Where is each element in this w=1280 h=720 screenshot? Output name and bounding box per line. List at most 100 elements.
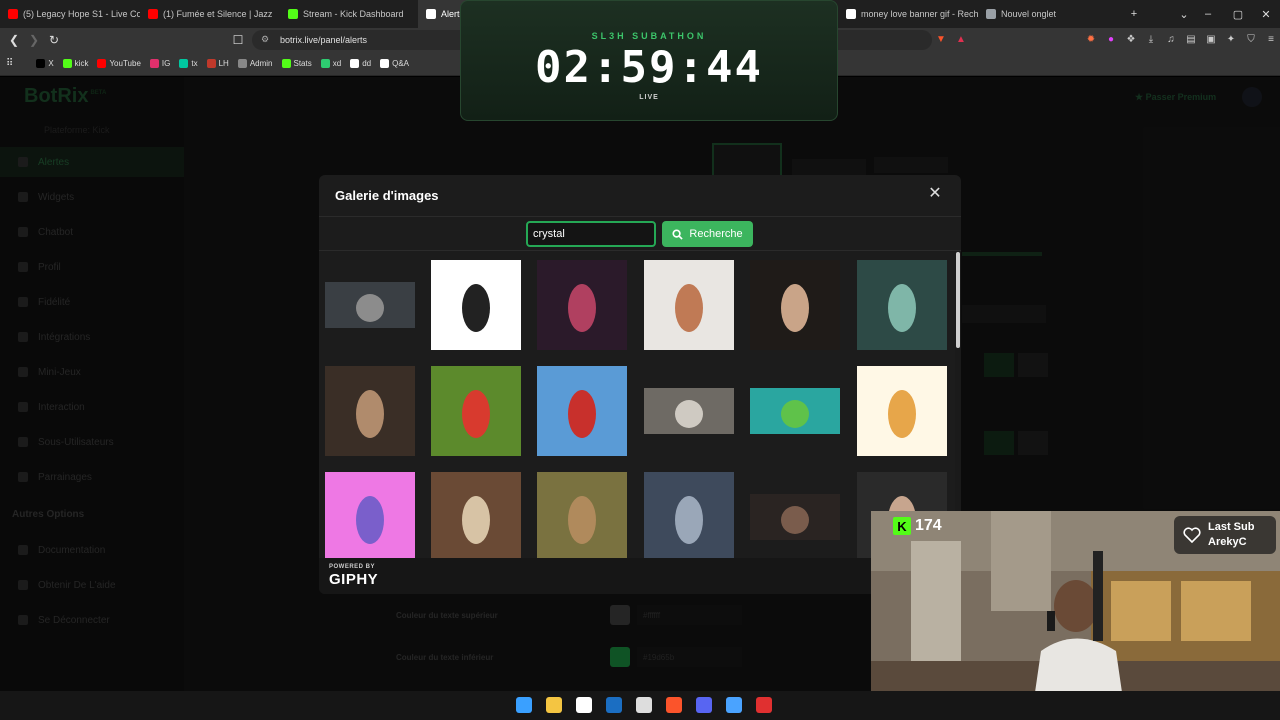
gif-stick-figures: [431, 260, 521, 350]
red-app-icon[interactable]: [756, 697, 772, 713]
bookmark-favicon-icon: [320, 59, 330, 68]
brave-icon[interactable]: [666, 697, 682, 713]
playlist-icon[interactable]: ♫: [1164, 32, 1178, 46]
bookmark-favicon-icon: [380, 59, 390, 68]
google-icon: [846, 9, 856, 19]
gif-thumbnail[interactable]: [750, 366, 840, 456]
screen: (5) Legacy Hope S1 - Live Com (1) Fumée e…: [0, 0, 1280, 720]
bookmark-item[interactable]: Q&A: [380, 59, 409, 68]
bookmark-favicon-icon: [350, 59, 360, 68]
bookmark-favicon-icon: [206, 59, 216, 68]
bookmark-item[interactable]: Stats: [281, 59, 312, 68]
gif-man-yelling: [325, 366, 415, 456]
gif-grid: [319, 252, 955, 562]
search-button[interactable]: Recherche: [662, 221, 753, 247]
bookmark-label: dd: [362, 59, 372, 68]
scrollbar-thumb[interactable]: [956, 252, 960, 348]
bookmark-item[interactable]: LH: [206, 59, 229, 68]
browser-tab[interactable]: money love banner gif - Rech: [838, 0, 978, 28]
gif-thumbnail[interactable]: [325, 366, 415, 456]
menu-icon[interactable]: ≡: [1264, 32, 1278, 46]
discord-icon[interactable]: [696, 697, 712, 713]
browser-tab[interactable]: Stream - Kick Dashboard: [280, 0, 418, 28]
gif-thumbnail[interactable]: [431, 366, 521, 456]
bookmark-item[interactable]: tx: [179, 59, 198, 68]
botrix-icon: [426, 9, 436, 19]
bookmark-label: Q&A: [392, 59, 409, 68]
wallet-icon[interactable]: ▣: [1204, 32, 1218, 46]
extension-icon[interactable]: ●: [1104, 32, 1118, 46]
youtube-icon: [148, 9, 158, 19]
gif-store-fight: [644, 388, 734, 434]
gif-thumbnail[interactable]: [644, 260, 734, 350]
tab-label: (1) Fumée et Silence | Jazz: [163, 9, 273, 19]
search-button-label: Recherche: [689, 228, 743, 240]
bookmark-item[interactable]: X: [36, 59, 54, 68]
site-info-icon[interactable]: ⚙: [261, 34, 269, 45]
gif-thumbnail[interactable]: [537, 472, 627, 562]
sidebar-icon[interactable]: ▤: [1184, 32, 1198, 46]
obs-icon[interactable]: [636, 697, 652, 713]
kick-icon: [288, 9, 298, 19]
reload-icon[interactable]: ↻: [44, 28, 64, 52]
brave-shield-icon[interactable]: ▼: [934, 32, 948, 46]
gif-thumbnail[interactable]: [857, 260, 947, 350]
tab-label: money love banner gif - Rech: [861, 9, 978, 19]
gif-old-men: [431, 472, 521, 562]
gif-wrestling-ring: [537, 260, 627, 350]
minimize-icon[interactable]: –: [1194, 0, 1222, 28]
bookmark-icon[interactable]: ☐: [228, 28, 248, 52]
gif-thumbnail[interactable]: [644, 472, 734, 562]
sub-counter: K 174: [893, 517, 942, 535]
forward-icon[interactable]: ❯: [24, 28, 44, 52]
gif-thumbnail[interactable]: [325, 472, 415, 562]
extension-icon[interactable]: ❖: [1124, 32, 1138, 46]
bookmark-item[interactable]: IG: [149, 59, 170, 68]
gif-thumbnail[interactable]: [325, 260, 415, 350]
gif-thumbnail[interactable]: [431, 260, 521, 350]
bookmark-label: YouTube: [109, 59, 141, 68]
extension-icon[interactable]: ✹: [1084, 32, 1098, 46]
subathon-countdown: 02:59:44: [535, 42, 763, 93]
steam-icon[interactable]: [606, 697, 622, 713]
bookmark-item[interactable]: Admin: [237, 59, 273, 68]
browser-tab[interactable]: Nouvel onglet: [978, 0, 1118, 28]
maximize-icon[interactable]: ▢: [1224, 0, 1252, 28]
browser-tab[interactable]: (1) Fumée et Silence | Jazz: [140, 0, 280, 28]
bookmark-item[interactable]: YouTube: [97, 59, 141, 68]
new-tab-icon[interactable]: +: [1120, 0, 1148, 28]
brave-rewards-icon[interactable]: ▲: [954, 32, 968, 46]
giphy-attribution: POWERED BY GIPHY: [319, 558, 961, 594]
bookmark-label: xd: [332, 59, 342, 68]
gif-two-women: [644, 260, 734, 350]
apps-icon[interactable]: ⠿: [6, 58, 13, 69]
bookmark-item[interactable]: dd: [350, 59, 371, 68]
snipping-tool-icon[interactable]: [576, 697, 592, 713]
powered-by-label: POWERED BY: [329, 564, 376, 570]
leo-ai-icon[interactable]: ✦: [1224, 32, 1238, 46]
bookmark-item[interactable]: kick: [62, 59, 88, 68]
back-icon[interactable]: ❮: [4, 28, 24, 52]
bookmark-item[interactable]: xd: [320, 59, 342, 68]
search-input[interactable]: [526, 221, 656, 247]
gif-thumbnail[interactable]: [644, 366, 734, 456]
bookmark-favicon-icon: [237, 59, 247, 68]
vscode-icon[interactable]: [726, 697, 742, 713]
gif-thumbnail[interactable]: [750, 260, 840, 350]
gif-thumbnail[interactable]: [431, 472, 521, 562]
bookmark-label: LH: [218, 59, 229, 68]
gif-thumbnail[interactable]: [857, 366, 947, 456]
close-icon[interactable]: ✕: [927, 186, 943, 202]
gif-thumbnail[interactable]: [537, 366, 627, 456]
vpn-icon[interactable]: ⛉: [1244, 32, 1258, 46]
subathon-title: SL3H SUBATHON: [591, 31, 707, 41]
windows-start-icon[interactable]: [516, 697, 532, 713]
browser-tab[interactable]: (5) Legacy Hope S1 - Live Com: [0, 0, 140, 28]
close-window-icon[interactable]: ✕: [1252, 0, 1280, 28]
gif-karate-kick: [537, 366, 627, 456]
gif-dancers: [857, 260, 947, 350]
gif-thumbnail[interactable]: [750, 472, 840, 562]
file-explorer-icon[interactable]: [546, 697, 562, 713]
download-icon[interactable]: ⤓: [1144, 32, 1158, 46]
gif-thumbnail[interactable]: [537, 260, 627, 350]
